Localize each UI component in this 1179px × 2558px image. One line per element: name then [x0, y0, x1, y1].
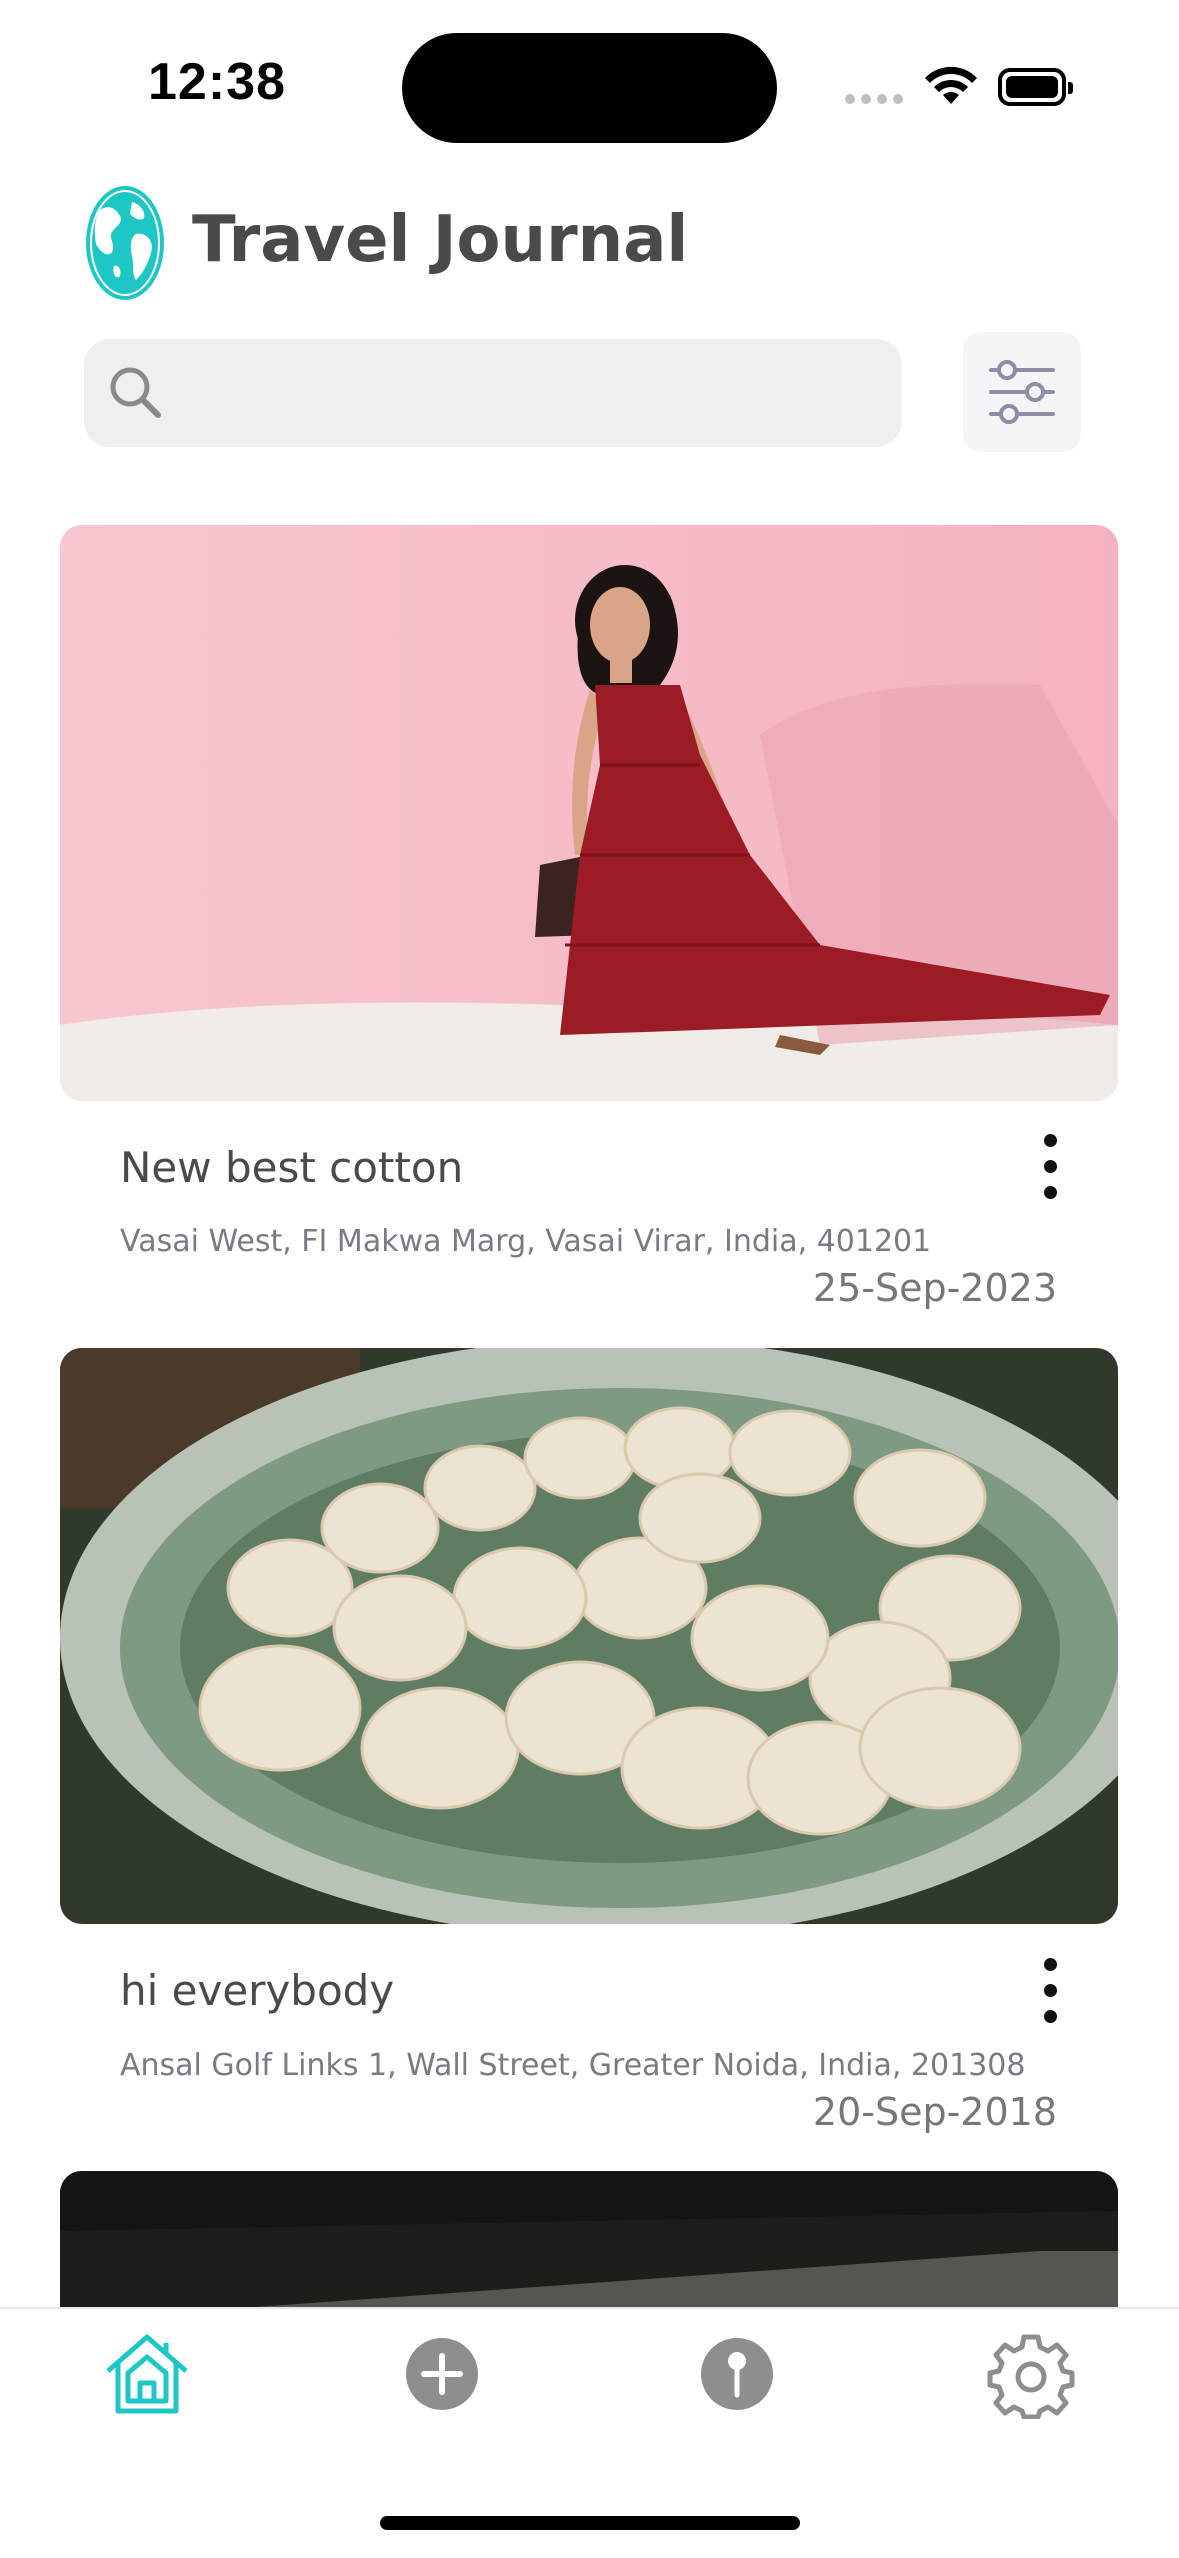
add-icon: [406, 2338, 478, 2410]
more-options-button[interactable]: [1030, 1952, 1070, 2032]
entry-title: hi everybody: [120, 1966, 395, 2015]
woman-in-red-dress-photo: [60, 525, 1118, 1101]
search-input[interactable]: [174, 359, 878, 429]
home-icon: [106, 2334, 188, 2414]
search-bar[interactable]: [84, 339, 902, 447]
map-pin-icon: [701, 2338, 773, 2410]
app-title: Travel Journal: [192, 203, 689, 277]
entry-address: Ansal Golf Links 1, Wall Street, Greater…: [120, 2048, 1026, 2083]
battery-icon: [998, 68, 1073, 106]
entry-date: 25-Sep-2023: [812, 1266, 1057, 1310]
home-indicator: [380, 2516, 800, 2530]
globe-logo-icon: [86, 186, 164, 300]
cellular-signal-icon: [845, 94, 905, 106]
entry-date: 20-Sep-2018: [812, 2090, 1057, 2134]
filter-button[interactable]: [963, 332, 1081, 452]
entry-photo[interactable]: [60, 525, 1118, 1101]
entry-photo[interactable]: [60, 1348, 1118, 1924]
entry-address: Vasai West, FI Makwa Marg, Vasai Virar, …: [120, 1224, 932, 1259]
tab-home[interactable]: [102, 2329, 192, 2419]
wifi-icon: [925, 66, 977, 104]
more-options-button[interactable]: [1030, 1128, 1070, 1208]
tab-settings[interactable]: [986, 2329, 1076, 2420]
sliders-icon: [989, 360, 1055, 424]
tab-add[interactable]: [397, 2329, 487, 2419]
entry-title: New best cotton: [120, 1143, 464, 1192]
dynamic-island: [402, 33, 777, 143]
tab-map[interactable]: [692, 2329, 782, 2419]
search-icon: [110, 367, 161, 418]
modak-dumplings-plate-photo: [60, 1348, 1118, 1924]
status-time: 12:38: [148, 53, 286, 111]
settings-icon: [987, 2334, 1075, 2420]
